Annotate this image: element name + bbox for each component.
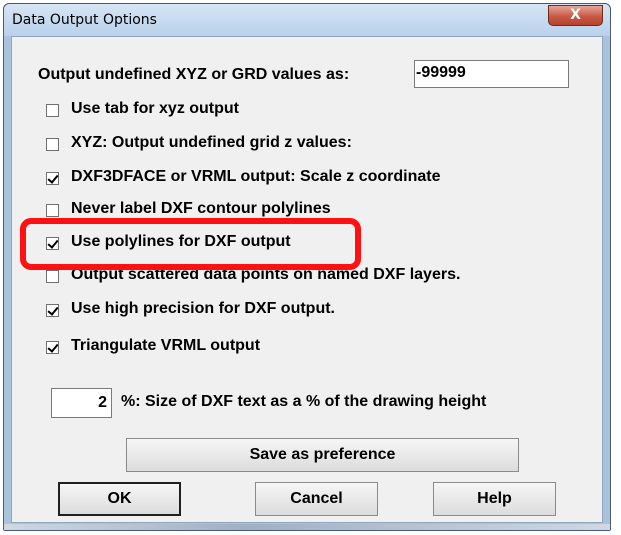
checkbox[interactable] [46, 104, 59, 117]
undefined-value-input[interactable]: -99999 [414, 60, 569, 88]
checkbox[interactable] [46, 270, 59, 283]
help-button[interactable]: Help [433, 482, 556, 516]
cancel-button[interactable]: Cancel [255, 482, 378, 516]
close-icon: X [570, 7, 581, 23]
text-size-value: 2 [98, 394, 107, 411]
option-label: XYZ: Output undefined grid z values: [71, 134, 352, 151]
ok-button[interactable]: OK [58, 482, 181, 516]
save-preference-button[interactable]: Save as preference [126, 438, 519, 472]
save-preference-label: Save as preference [249, 446, 396, 463]
text-size-input[interactable]: 2 [51, 388, 112, 418]
checkbox[interactable] [46, 237, 59, 250]
option-label: Use tab for xyz output [71, 100, 240, 117]
checkbox[interactable] [46, 204, 59, 217]
checkbox[interactable] [46, 138, 59, 151]
checkbox[interactable] [46, 172, 59, 185]
window-title: Data Output Options [12, 12, 157, 28]
window-bottom-border [4, 524, 610, 530]
help-label: Help [477, 490, 512, 507]
title-bar[interactable]: Data Output Options X [4, 4, 610, 36]
text-size-label: %: Size of DXF text as a % of the drawin… [121, 393, 487, 410]
option-label: Use polylines for DXF output [71, 233, 291, 250]
option-label: Triangulate VRML output [71, 337, 261, 354]
checkbox[interactable] [46, 304, 59, 317]
close-button[interactable]: X [548, 5, 603, 26]
option-label: Use high precision for DXF output. [71, 300, 335, 317]
option-label: DXF3DFACE or VRML output: Scale z coordi… [71, 168, 441, 185]
checkbox[interactable] [46, 341, 59, 354]
option-label: Output scattered data points on named DX… [71, 266, 461, 283]
cancel-label: Cancel [290, 490, 343, 507]
option-label: Never label DXF contour polylines [71, 200, 331, 217]
dialog-window: Data Output Options X Output undefined X… [3, 3, 611, 531]
ok-label: OK [107, 490, 132, 507]
undefined-value-text: -99999 [416, 64, 466, 81]
undefined-value-label: Output undefined XYZ or GRD values as: [38, 66, 350, 83]
dialog-body: Output undefined XYZ or GRD values as: -… [11, 36, 603, 523]
